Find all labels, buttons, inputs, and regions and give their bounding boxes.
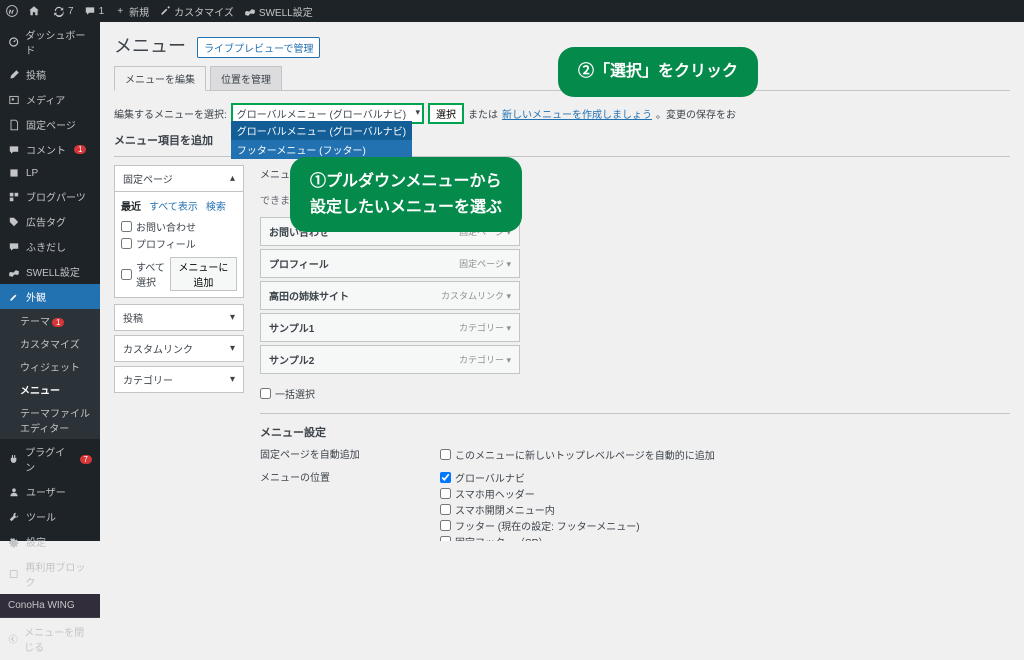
new-content[interactable]: +新規 <box>114 4 149 19</box>
menu-structure-item[interactable]: 高田の姉妹サイトカスタムリンク ▾ <box>260 281 520 310</box>
chevron-down-icon: ▾ <box>230 343 235 354</box>
chevron-down-icon: ▾ <box>416 107 421 118</box>
acc-pages[interactable]: 固定ページ▴ <box>114 165 244 192</box>
nav-tools[interactable]: ツール <box>0 504 100 529</box>
chk-profile[interactable]: プロフィール <box>121 236 237 251</box>
dropdown-option-footer[interactable]: フッターメニュー (フッター) <box>231 140 412 159</box>
save-note: 。変更の保存をお <box>656 106 736 121</box>
tab-recent[interactable]: 最近 <box>121 198 141 213</box>
live-preview-button[interactable]: ライブプレビューで管理 <box>197 37 320 58</box>
nav-blogparts[interactable]: ブログパーツ <box>0 184 100 209</box>
nav-pages[interactable]: 固定ページ <box>0 112 100 137</box>
collapse-menu[interactable]: メニューを閉じる <box>0 617 100 660</box>
tab-edit-menus[interactable]: メニューを編集 <box>114 66 206 91</box>
nav-users[interactable]: ユーザー <box>0 479 100 504</box>
nav-appearance[interactable]: 外観 <box>0 284 100 309</box>
chk-auto-add[interactable]: このメニューに新しいトップレベルページを自動的に追加 <box>440 447 715 462</box>
updates[interactable]: 7 <box>53 5 74 17</box>
nav-comments[interactable]: コメント1 <box>0 137 100 162</box>
nav-lp[interactable]: LP <box>0 162 100 184</box>
auto-add-label: 固定ページを自動追加 <box>260 446 440 463</box>
nav-media[interactable]: メディア <box>0 87 100 112</box>
create-menu-link[interactable]: 新しいメニューを作成しましょう <box>502 106 652 121</box>
or-text: または <box>468 106 498 121</box>
admin-sidebar: ダッシュボード 投稿 メディア 固定ページ コメント1 LP ブログパーツ 広告… <box>0 22 100 541</box>
sub-menus[interactable]: メニュー <box>0 378 100 401</box>
menu-dropdown-list: グローバルメニュー (グローバルナビ) フッターメニュー (フッター) <box>231 121 412 159</box>
tab-search[interactable]: 検索 <box>206 198 226 213</box>
add-to-menu-button[interactable]: メニューに追加 <box>170 257 237 291</box>
wp-logo[interactable] <box>6 5 18 17</box>
acc-custom-links[interactable]: カスタムリンク▾ <box>114 335 244 362</box>
nav-plugins[interactable]: プラグイン7 <box>0 439 100 479</box>
dropdown-option-global[interactable]: グローバルメニュー (グローバルナビ) <box>231 121 412 140</box>
menu-structure-item[interactable]: お問い合わせ固定ページ ▾ <box>260 217 520 246</box>
acc-categories[interactable]: カテゴリー▾ <box>114 366 244 393</box>
menu-select-row: 編集するメニューを選択: グローバルメニュー (グローバルナビ)▾ グローバルメ… <box>114 103 1010 124</box>
acc-posts[interactable]: 投稿▾ <box>114 304 244 331</box>
menu-name-label: メニュー名 <box>260 166 310 181</box>
chk-loc-footer[interactable]: フッター (現在の設定: フッターメニュー) <box>440 518 640 533</box>
nav-dashboard[interactable]: ダッシュボード <box>0 22 100 62</box>
sub-editor[interactable]: テーマファイルエディター <box>0 401 100 439</box>
customize-bar[interactable]: カスタマイズ <box>159 4 234 19</box>
structure-info: できます。 <box>260 192 1010 207</box>
nav-settings[interactable]: 設定 <box>0 529 100 554</box>
sub-customize[interactable]: カスタマイズ <box>0 332 100 355</box>
menu-structure-item[interactable]: サンプル2カテゴリー ▾ <box>260 345 520 374</box>
menu-settings-heading: メニュー設定 <box>260 424 1010 440</box>
nav-conoha[interactable]: ConoHa WING <box>0 594 100 617</box>
tab-manage-locations[interactable]: 位置を管理 <box>210 66 282 90</box>
sub-widgets[interactable]: ウィジェット <box>0 355 100 378</box>
swell-bar[interactable]: SWELL設定 <box>244 4 313 19</box>
nav-adtag[interactable]: 広告タグ <box>0 209 100 234</box>
menu-name-input[interactable] <box>316 165 446 182</box>
nav-reusable[interactable]: 再利用ブロック <box>0 554 100 594</box>
locations-label: メニューの位置 <box>260 469 440 541</box>
chk-loc-sp-header[interactable]: スマホ用ヘッダー <box>440 486 640 501</box>
chk-select-all[interactable]: すべて選択 <box>121 259 170 289</box>
chk-loc-fixed-footer[interactable]: 固定フッター（SP） <box>440 534 640 541</box>
chk-loc-sp-drawer[interactable]: スマホ開閉メニュー内 <box>440 502 640 517</box>
admin-bar: 7 1 +新規 カスタマイズ SWELL設定 <box>0 0 1024 22</box>
comments-bar[interactable]: 1 <box>84 5 105 17</box>
nav-tabs: メニューを編集 位置を管理 <box>114 66 1010 91</box>
chevron-down-icon: ▾ <box>230 374 235 385</box>
chk-contact[interactable]: お問い合わせ <box>121 219 237 234</box>
chk-loc-global[interactable]: グローバルナビ <box>440 470 640 485</box>
nav-appearance-sub: テーマ1 カスタマイズ ウィジェット メニュー テーマファイルエディター <box>0 309 100 439</box>
menu-structure-item[interactable]: サンプル1カテゴリー ▾ <box>260 313 520 342</box>
main-content: メニュー ライブプレビューで管理 メニューを編集 位置を管理 編集するメニューを… <box>100 22 1024 541</box>
bulk-select[interactable]: 一括選択 <box>260 386 315 401</box>
chevron-down-icon: ▾ <box>230 312 235 323</box>
nav-fukidashi[interactable]: ふきだし <box>0 234 100 259</box>
nav-swell[interactable]: SWELL設定 <box>0 259 100 284</box>
select-button[interactable]: 選択 <box>428 103 464 124</box>
menu-structure-item[interactable]: プロフィール固定ページ ▾ <box>260 249 520 278</box>
nav-posts[interactable]: 投稿 <box>0 62 100 87</box>
add-items-heading: メニュー項目を追加 <box>114 132 244 152</box>
acc-pages-body: 最近 すべて表示 検索 お問い合わせ プロフィール すべて選択 メニューに追加 <box>114 192 244 298</box>
sub-themes[interactable]: テーマ1 <box>0 309 100 332</box>
select-label: 編集するメニューを選択: <box>114 106 227 121</box>
page-title: メニュー <box>114 32 186 58</box>
chevron-up-icon: ▴ <box>230 173 235 184</box>
site-home[interactable] <box>28 5 43 17</box>
tab-all[interactable]: すべて表示 <box>149 198 198 213</box>
